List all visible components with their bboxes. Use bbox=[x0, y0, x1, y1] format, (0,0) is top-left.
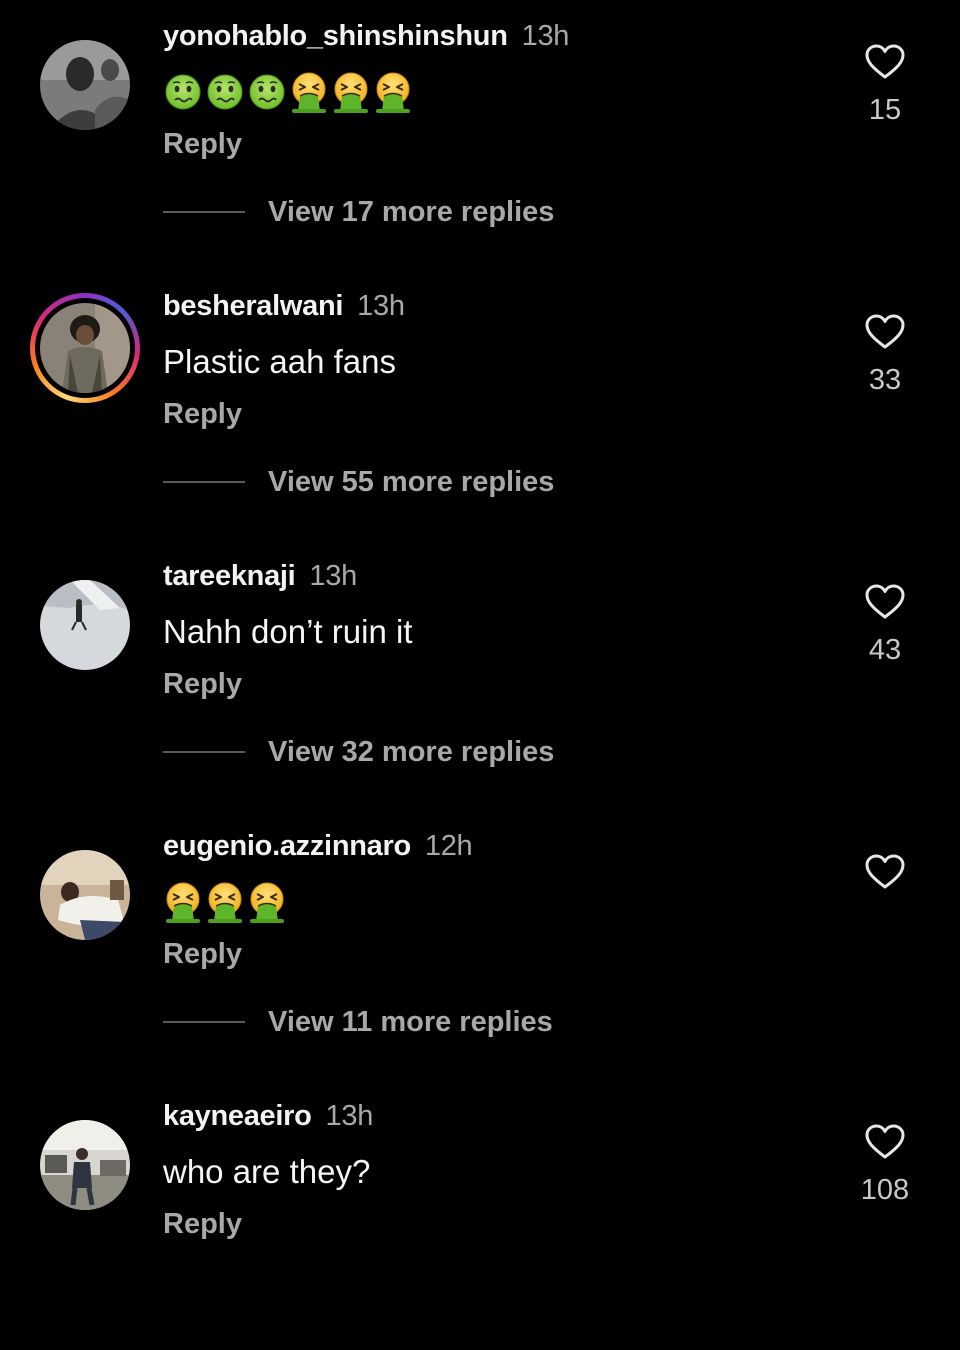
reply-button[interactable]: Reply bbox=[163, 664, 242, 704]
vomiting-face-emoji bbox=[333, 72, 369, 114]
timestamp: 13h bbox=[309, 560, 357, 592]
timestamp: 13h bbox=[357, 290, 405, 322]
avatar[interactable] bbox=[30, 293, 140, 403]
username[interactable]: eugenio.azzinnaro bbox=[163, 830, 411, 862]
comment-header: besheralwani 13h bbox=[163, 288, 405, 324]
replies-divider bbox=[163, 751, 245, 753]
comment-header: kayneaeiro 13h bbox=[163, 1098, 373, 1134]
avatar[interactable] bbox=[40, 40, 130, 130]
view-more-replies[interactable]: View 11 more replies bbox=[163, 1002, 553, 1042]
username[interactable]: besheralwani bbox=[163, 290, 343, 322]
vomiting-face-emoji bbox=[375, 72, 411, 114]
username[interactable]: tareeknaji bbox=[163, 560, 296, 592]
reply-button[interactable]: Reply bbox=[163, 124, 242, 164]
view-more-replies[interactable]: View 55 more replies bbox=[163, 462, 554, 502]
like-button[interactable] bbox=[852, 314, 918, 354]
view-replies-label: View 11 more replies bbox=[268, 1005, 553, 1038]
timestamp: 12h bbox=[424, 830, 473, 862]
like-button[interactable] bbox=[852, 854, 918, 894]
view-replies-label: View 32 more replies bbox=[268, 735, 555, 768]
heart-outline-icon bbox=[865, 854, 905, 889]
vomiting-face-emoji bbox=[165, 882, 201, 924]
avatar[interactable] bbox=[40, 580, 130, 670]
vomiting-face-emoji bbox=[207, 882, 243, 924]
replies-divider bbox=[163, 1021, 245, 1023]
view-replies-label: View 55 more replies bbox=[268, 465, 555, 498]
avatar[interactable] bbox=[40, 850, 130, 940]
comment-header: tareeknaji 13h bbox=[163, 558, 357, 594]
comment-emojis bbox=[163, 70, 413, 114]
view-replies-label: View 17 more replies bbox=[268, 195, 555, 228]
timestamp: 13h bbox=[325, 1100, 374, 1132]
username[interactable]: kayneaeiro bbox=[163, 1100, 312, 1132]
comment-text: Nahh don’t ruin it bbox=[163, 613, 413, 650]
reply-button[interactable]: Reply bbox=[163, 1204, 242, 1244]
like-button[interactable] bbox=[852, 584, 918, 624]
heart-outline-icon bbox=[865, 44, 905, 79]
view-more-replies[interactable]: View 32 more replies bbox=[163, 732, 554, 772]
nauseated-face-emoji bbox=[165, 74, 201, 110]
reply-button[interactable]: Reply bbox=[163, 934, 242, 974]
comment-text: who are they? bbox=[163, 1153, 371, 1190]
view-more-replies[interactable]: View 17 more replies bbox=[163, 192, 554, 232]
like-button[interactable] bbox=[852, 44, 918, 84]
timestamp: 13h bbox=[521, 20, 570, 52]
reply-button[interactable]: Reply bbox=[163, 394, 242, 434]
comment-header: eugenio.azzinnaro 12h bbox=[163, 828, 473, 864]
vomiting-face-emoji bbox=[291, 72, 327, 114]
like-count: 15 bbox=[868, 94, 902, 126]
like-count: 43 bbox=[868, 634, 902, 666]
comment-text: Plastic aah fans bbox=[163, 343, 396, 380]
avatar[interactable] bbox=[40, 1120, 130, 1210]
comment-item: yonohablo_shinshinshun 13h Reply 15 View … bbox=[0, 0, 960, 270]
heart-outline-icon bbox=[865, 314, 905, 349]
comment-item: kayneaeiro 13h who are they? Reply 108 bbox=[0, 1080, 960, 1350]
nauseated-face-emoji bbox=[207, 74, 243, 110]
comment-item: eugenio.azzinnaro 12h Reply View 11 more … bbox=[0, 810, 960, 1080]
like-count: 33 bbox=[868, 364, 902, 396]
vomiting-face-emoji bbox=[249, 882, 285, 924]
like-button[interactable] bbox=[852, 1124, 918, 1164]
heart-outline-icon bbox=[865, 584, 905, 619]
comment-item: besheralwani 13h Plastic aah fans Reply 3… bbox=[0, 270, 960, 540]
comment-item: tareeknaji 13h Nahh don’t ruin it Reply 4… bbox=[0, 540, 960, 810]
username[interactable]: yonohablo_shinshinshun bbox=[163, 20, 508, 52]
comment-header: yonohablo_shinshinshun 13h bbox=[163, 18, 569, 54]
nauseated-face-emoji bbox=[249, 74, 285, 110]
replies-divider bbox=[163, 211, 245, 213]
replies-divider bbox=[163, 481, 245, 483]
comment-emojis bbox=[163, 880, 287, 924]
heart-outline-icon bbox=[865, 1124, 905, 1159]
like-count: 108 bbox=[860, 1174, 910, 1206]
